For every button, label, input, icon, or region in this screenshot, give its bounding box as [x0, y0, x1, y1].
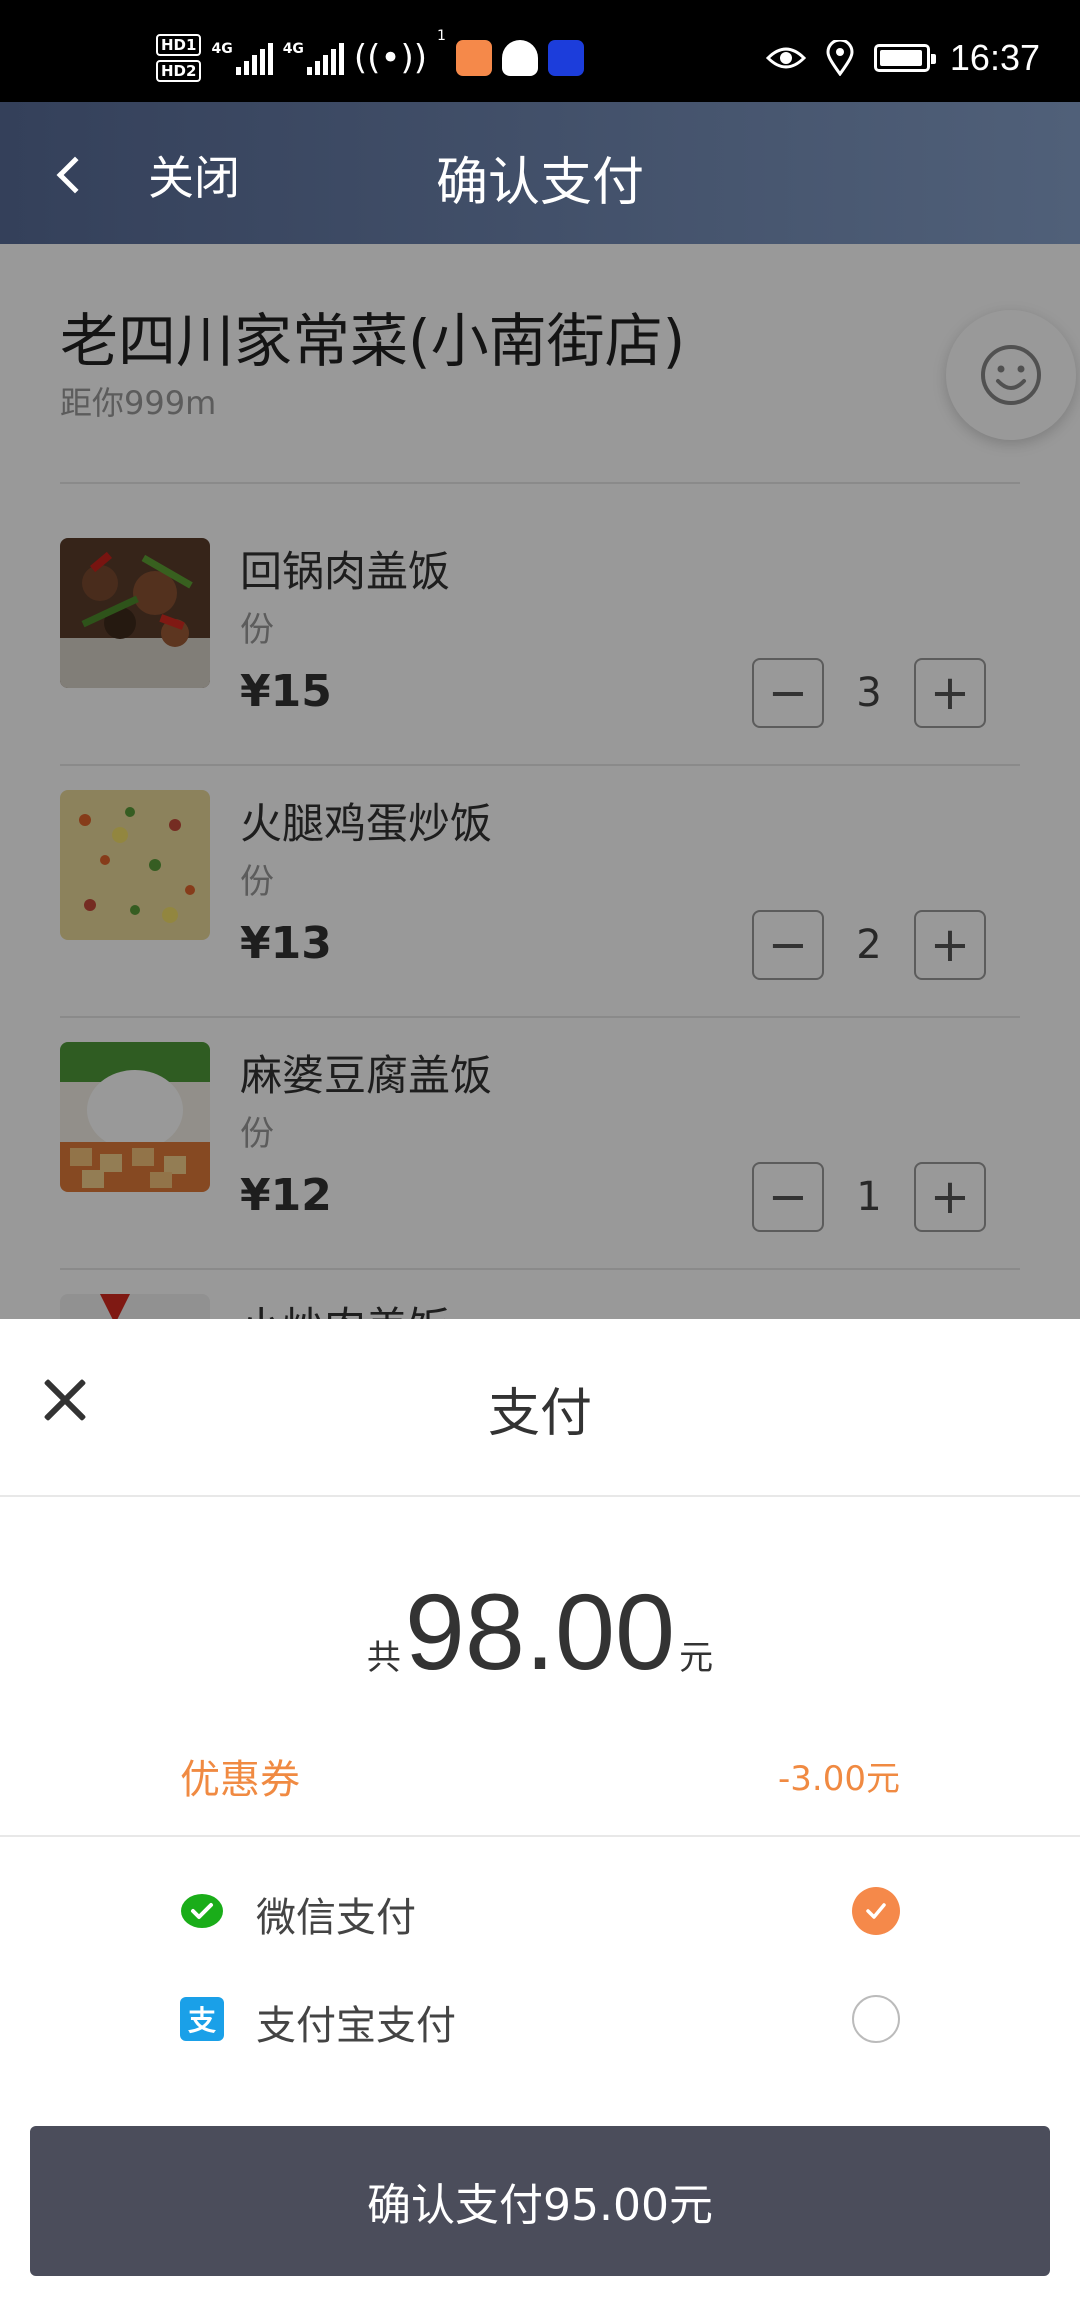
nav-bar: 关闭 确认支付 [0, 102, 1080, 244]
signal-1-icon: 4G [211, 41, 273, 75]
wechat-pay-icon [181, 1894, 223, 1928]
status-bar: HD1 HD2 4G 4G ((•)) 1 16:37 [0, 0, 1080, 102]
divider [0, 1495, 1080, 1497]
unselected-radio-icon[interactable] [852, 1995, 900, 2043]
total-suffix: 元 [679, 1638, 714, 1678]
svg-text:支: 支 [188, 2004, 216, 2037]
hd-1-icon: HD1 [156, 34, 202, 56]
car-app-icon [547, 40, 584, 76]
payment-method-alipay[interactable]: 支 支付宝支付 [180, 1979, 900, 2059]
hd-indicators: HD1 HD2 [156, 34, 202, 82]
location-icon [826, 40, 854, 76]
payment-method-wechat[interactable]: 微信支付 [180, 1871, 900, 1951]
hotspot-count: 1 [437, 28, 446, 44]
payment-sheet: 支付 共98.00 元 优惠券 -3.00元 微信支付 支 支付宝支付 确认支付9… [0, 1319, 1080, 2310]
selected-check-icon[interactable] [852, 1887, 900, 1935]
coupon-value[interactable]: -3.00元 [778, 1751, 900, 1800]
coupon-label[interactable]: 优惠券 [180, 1747, 300, 1805]
hd-2-icon: HD2 [156, 60, 202, 82]
divider [0, 1835, 1080, 1837]
alipay-icon: 支 [180, 1997, 224, 2041]
cloud-icon [501, 40, 538, 76]
clock: 16:37 [949, 37, 1040, 78]
app-notification-icon [455, 40, 492, 76]
payment-method-label: 微信支付 [256, 1895, 416, 1941]
status-right-icons: 16:37 [765, 28, 1040, 88]
total-value: 98.00 [404, 1571, 676, 1692]
payment-sheet-title: 支付 [487, 1384, 592, 1444]
total-prefix: 共 [366, 1638, 401, 1678]
payment-method-label: 支付宝支付 [256, 2003, 456, 2049]
eye-comfort-icon [765, 47, 806, 69]
total-amount: 共98.00 元 [0, 1569, 1080, 1694]
battery-icon [873, 44, 936, 72]
network-1-label: 4G [211, 41, 233, 57]
modal-backdrop[interactable] [0, 244, 1080, 1319]
status-left-icons: HD1 HD2 4G 4G ((•)) 1 [156, 28, 584, 88]
page-title: 确认支付 [435, 153, 644, 213]
hotspot-icon: ((•)) [353, 38, 428, 78]
signal-2-icon: 4G [283, 41, 344, 75]
network-2-label: 4G [282, 41, 304, 57]
confirm-payment-button[interactable]: 确认支付95.00元 [30, 2126, 1050, 2276]
